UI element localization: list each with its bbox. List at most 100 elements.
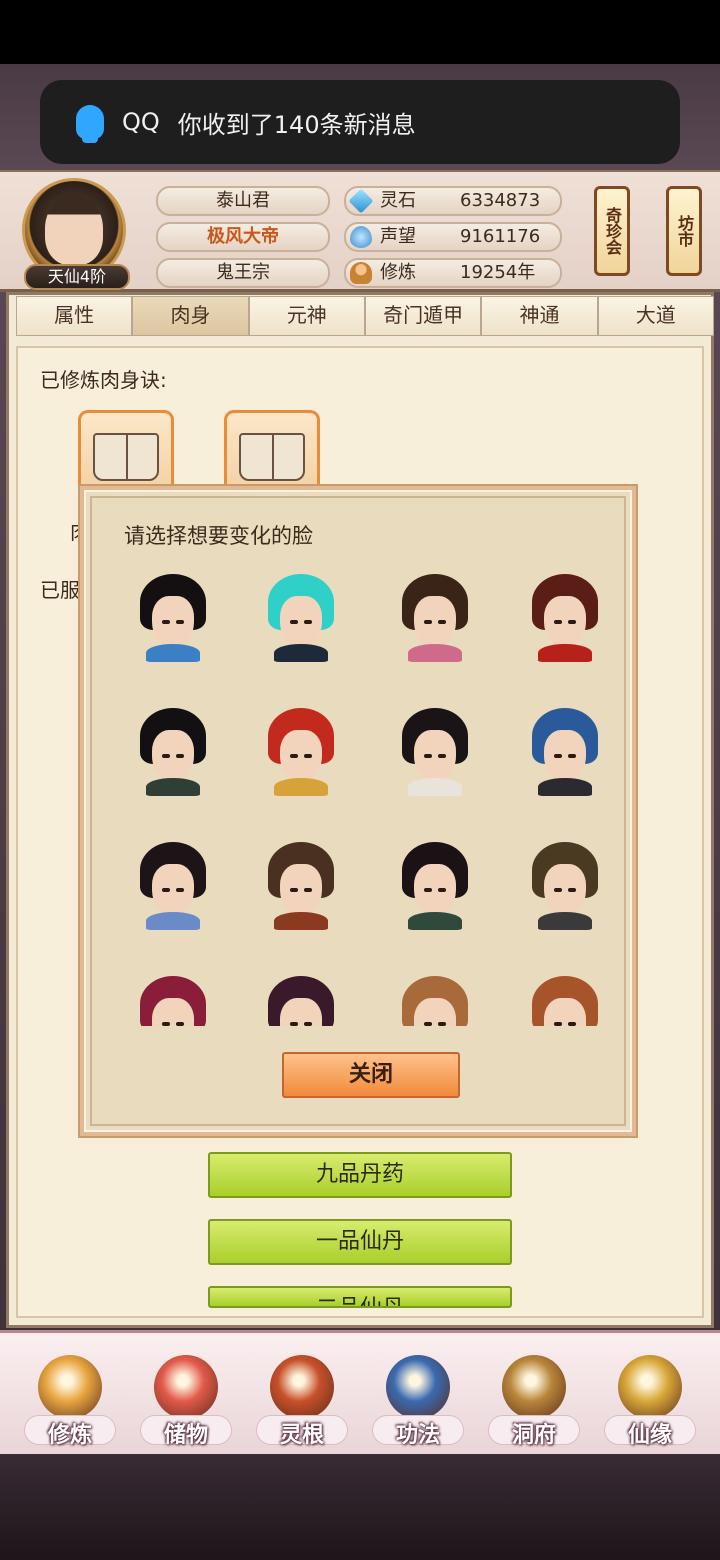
tab-attributes[interactable]: 属性 <box>16 296 133 336</box>
face-eye <box>554 1022 562 1026</box>
face-eye <box>176 620 184 624</box>
treasure-auction-button[interactable]: 奇珍会 <box>594 186 630 276</box>
face-collar <box>146 778 200 796</box>
face-eye <box>162 620 170 624</box>
player-sect: 鬼王宗 <box>156 258 330 288</box>
stat-label: 灵石 <box>380 190 416 211</box>
face-eye <box>304 888 312 892</box>
face-option[interactable] <box>266 574 336 666</box>
tab-body[interactable]: 肉身 <box>132 296 249 336</box>
face-eye <box>162 1022 170 1026</box>
nav-label: 灵根 <box>279 1423 324 1448</box>
notification-message: 你收到了140条新消息 <box>177 110 416 139</box>
face-collar <box>146 644 200 662</box>
face-skin <box>280 864 322 916</box>
nav-spirit-root[interactable]: 灵根 <box>252 1351 352 1455</box>
status-bar-area <box>0 0 720 64</box>
nav-cultivate[interactable]: 修炼 <box>20 1351 120 1455</box>
stat-label: 声望 <box>380 226 416 247</box>
nav-fate[interactable]: 仙缘 <box>600 1351 700 1455</box>
tab-dao[interactable]: 大道 <box>597 296 714 336</box>
player-rank: 天仙4阶 <box>24 264 130 290</box>
close-button[interactable]: 关闭 <box>282 1052 460 1098</box>
player-name: 泰山君 <box>156 186 330 216</box>
qq-notification[interactable]: QQ 你收到了140条新消息 <box>40 80 680 164</box>
stat-value: 6334873 <box>460 190 541 211</box>
face-collar <box>408 644 462 662</box>
face-skin <box>544 998 586 1026</box>
stat-value: 19254年 <box>460 262 536 283</box>
face-eye <box>290 754 298 758</box>
face-skin <box>414 998 456 1026</box>
face-eye <box>554 888 562 892</box>
face-eye <box>304 754 312 758</box>
face-skin <box>414 730 456 782</box>
tab-bar: 属性 肉身 元神 奇门遁甲 神通 大道 <box>16 296 714 336</box>
face-skin <box>152 596 194 648</box>
pill-immortal-1-button[interactable]: 一品仙丹 <box>208 1219 512 1265</box>
nav-techniques-icon <box>386 1355 450 1419</box>
tab-qimen[interactable]: 奇门遁甲 <box>364 296 482 336</box>
face-skin <box>152 998 194 1026</box>
face-skin <box>544 596 586 648</box>
dialog-title: 请选择想要变化的脸 <box>124 524 313 548</box>
nav-label: 修炼 <box>47 1423 92 1448</box>
consumed-pills-title: 已服 <box>40 578 80 602</box>
face-option[interactable] <box>400 708 470 800</box>
face-eye <box>438 1022 446 1026</box>
nav-cave-icon <box>502 1355 566 1419</box>
face-eye <box>176 1022 184 1026</box>
stat-value: 9161176 <box>460 226 541 247</box>
market-button[interactable]: 坊市 <box>666 186 702 276</box>
avatar-face-icon <box>45 195 103 265</box>
face-eye <box>424 620 432 624</box>
face-change-dialog: 请选择想要变化的脸 关闭 <box>78 484 638 1138</box>
nav-storage[interactable]: 储物 <box>136 1351 236 1455</box>
face-skin <box>152 730 194 782</box>
face-option[interactable] <box>530 842 600 934</box>
face-eye <box>290 1022 298 1026</box>
face-option[interactable] <box>138 574 208 666</box>
reputation-icon <box>350 226 372 248</box>
nav-label: 储物 <box>163 1423 208 1448</box>
tab-abilities[interactable]: 神通 <box>481 296 598 336</box>
face-eye <box>438 888 446 892</box>
qq-penguin-icon <box>76 105 104 143</box>
face-collar <box>274 778 328 796</box>
face-eye <box>554 620 562 624</box>
face-option[interactable] <box>138 708 208 800</box>
face-option[interactable] <box>266 842 336 934</box>
face-grid <box>110 574 634 1026</box>
dialog-body: 请选择想要变化的脸 关闭 <box>90 496 626 1126</box>
face-skin <box>280 998 322 1026</box>
face-skin <box>414 596 456 648</box>
face-option[interactable] <box>400 842 470 934</box>
face-option[interactable] <box>266 976 336 1026</box>
face-eye <box>438 754 446 758</box>
face-option[interactable] <box>138 842 208 934</box>
face-option[interactable] <box>266 708 336 800</box>
face-option[interactable] <box>530 574 600 666</box>
face-eye <box>568 754 576 758</box>
tab-spirit[interactable]: 元神 <box>248 296 365 336</box>
face-option[interactable] <box>530 976 600 1026</box>
face-collar <box>274 644 328 662</box>
face-eye <box>554 754 562 758</box>
face-option[interactable] <box>138 976 208 1026</box>
nav-cave[interactable]: 洞府 <box>484 1351 584 1455</box>
face-eye <box>568 1022 576 1026</box>
pill-grade-9-button[interactable]: 九品丹药 <box>208 1152 512 1198</box>
face-eye <box>568 620 576 624</box>
bottom-nav: 修炼 储物 灵根 功法 洞府 仙缘 <box>0 1330 720 1454</box>
pill-immortal-2-button[interactable]: 二品仙丹 <box>208 1286 512 1308</box>
stat-reputation: 声望 9161176 <box>344 222 562 252</box>
nav-techniques[interactable]: 功法 <box>368 1351 468 1455</box>
face-option[interactable] <box>530 708 600 800</box>
face-eye <box>176 754 184 758</box>
face-skin <box>152 864 194 916</box>
notification-app: QQ <box>122 108 160 136</box>
face-eye <box>162 754 170 758</box>
face-option[interactable] <box>400 574 470 666</box>
face-option[interactable] <box>400 976 470 1026</box>
face-eye <box>162 888 170 892</box>
